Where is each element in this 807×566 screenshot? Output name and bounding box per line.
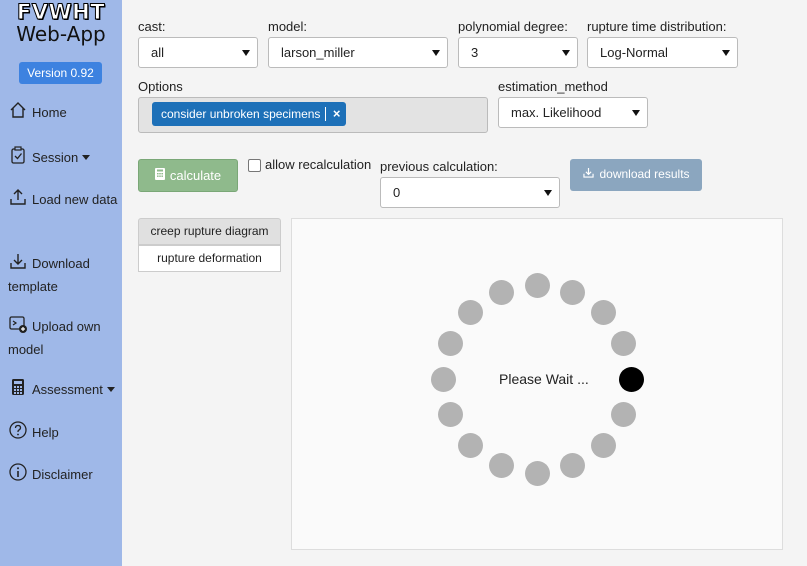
degree-value: 3 (471, 45, 479, 60)
sidebar-item-assessment[interactable]: Assessment (8, 377, 120, 401)
cast-label: cast: (138, 19, 166, 34)
options-multiselect[interactable]: consider unbroken specimens × (138, 97, 488, 133)
option-chip: consider unbroken specimens × (152, 102, 347, 126)
sidebar-item-session[interactable]: Session (8, 145, 120, 169)
chip-divider (325, 107, 327, 121)
model-label: model: (268, 19, 308, 34)
spinner-dot (430, 366, 456, 392)
download-results-label: download results (599, 167, 690, 181)
calculate-button[interactable]: calculate (138, 159, 238, 192)
degree-select[interactable]: 3 (458, 37, 578, 68)
model-select[interactable]: larson_miller (268, 37, 448, 68)
chevron-down-icon (82, 155, 91, 160)
spinner-dot (458, 300, 484, 326)
calculator-icon (154, 168, 165, 180)
caret-down-icon (722, 50, 730, 56)
clipboard-check-icon (11, 146, 25, 164)
distribution-select[interactable]: Log-Normal (587, 37, 738, 68)
sidebar-item-home[interactable]: Home (8, 100, 120, 124)
calculate-label: calculate (169, 168, 222, 183)
spinner-dot (590, 300, 616, 326)
previous-calculation-select[interactable]: 0 (380, 177, 560, 208)
tab-creep-rupture-diagram[interactable]: creep rupture diagram (138, 218, 281, 245)
spinner-dot (488, 453, 514, 479)
close-icon[interactable]: × (333, 102, 341, 126)
sidebar-item-help[interactable]: Help (8, 420, 120, 444)
calculator-icon (12, 379, 24, 395)
plot-panel: Please Wait ... (291, 218, 783, 550)
previous-calculation-value: 0 (393, 185, 401, 200)
spinner-dot (437, 330, 463, 356)
sidebar-item-label: Help (32, 425, 59, 440)
spinner-dot (560, 453, 586, 479)
sidebar-item-label: Home (32, 105, 67, 120)
spinner-dot (458, 432, 484, 458)
allow-recalculation-checkbox[interactable] (248, 159, 261, 172)
upload-icon (10, 189, 26, 205)
chevron-down-icon (106, 387, 115, 392)
version-badge: Version 0.92 (19, 62, 102, 84)
spinner-dot (611, 330, 637, 356)
question-circle-icon (9, 421, 27, 439)
sidebar-item-label: Load new data (32, 192, 118, 207)
download-icon (583, 167, 595, 178)
estimation-select[interactable]: max. Likelihood (498, 97, 648, 128)
caret-down-icon (544, 190, 552, 196)
caret-down-icon (432, 50, 440, 56)
main-content: cast: all model: larson_miller polynomia… (122, 0, 807, 566)
sidebar-item-label: Assessment (32, 382, 103, 397)
loading-text: Please Wait ... (499, 371, 589, 387)
model-value: larson_miller (281, 45, 355, 60)
degree-label: polynomial degree: (458, 19, 568, 34)
home-icon (10, 102, 26, 118)
options-label: Options (138, 79, 183, 94)
spinner-dot (590, 432, 616, 458)
app-title-line1: FVWHT (16, 0, 106, 25)
caret-down-icon (562, 50, 570, 56)
info-circle-icon (9, 463, 27, 481)
spinner-dot (611, 402, 637, 428)
tab-rupture-deformation[interactable]: rupture deformation (138, 245, 281, 272)
sidebar-item-upload-model[interactable]: Upload own model (8, 314, 120, 361)
sidebar-item-label: Session (32, 150, 79, 165)
distribution-value: Log-Normal (600, 45, 668, 60)
terminal-plus-icon (9, 316, 27, 333)
spinner-dot (524, 272, 550, 298)
spinner-dot-active (618, 366, 644, 392)
sidebar: FVWHT Web-App Version 0.92 Home Session … (0, 0, 122, 566)
caret-down-icon (242, 50, 250, 56)
spinner-dot (488, 279, 514, 305)
download-results-button[interactable]: download results (570, 159, 702, 191)
estimation-label: estimation_method (498, 79, 608, 94)
previous-calculation-label: previous calculation: (380, 159, 498, 174)
allow-recalculation-label: allow recalculation (265, 157, 372, 172)
caret-down-icon (632, 110, 640, 116)
option-chip-label: consider unbroken specimens (161, 107, 321, 121)
sidebar-item-download-template[interactable]: Download template (8, 251, 120, 298)
distribution-label: rupture time distribution: (587, 19, 727, 34)
spinner-dot (524, 460, 550, 486)
app-title-line2: Web-App (16, 22, 106, 46)
sidebar-item-label: Disclaimer (32, 467, 93, 482)
spinner-dot (437, 402, 463, 428)
sidebar-item-disclaimer[interactable]: Disclaimer (8, 462, 120, 486)
download-icon (10, 254, 26, 269)
cast-value: all (151, 45, 165, 60)
estimation-value: max. Likelihood (511, 105, 602, 120)
spinner-dot (560, 279, 586, 305)
cast-select[interactable]: all (138, 37, 258, 68)
sidebar-item-load-data[interactable]: Load new data (8, 187, 120, 211)
